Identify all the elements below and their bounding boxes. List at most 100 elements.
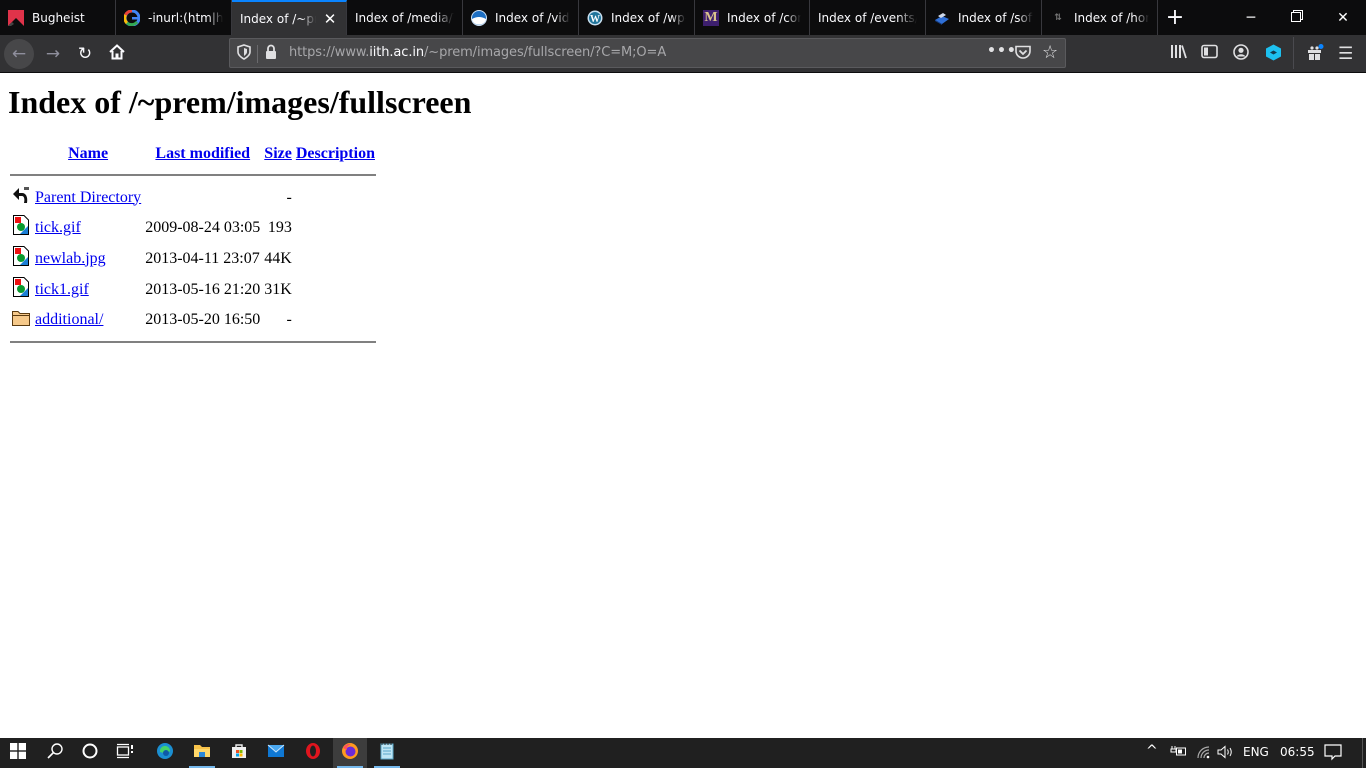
- whats-new-gift-icon[interactable]: [1306, 44, 1324, 66]
- taskbar-mail[interactable]: [259, 738, 293, 768]
- hamburger-menu-icon[interactable]: ☰: [1338, 44, 1353, 64]
- minimize-button[interactable]: ─: [1228, 0, 1274, 35]
- restore-icon: [1291, 9, 1303, 26]
- table-row: tick1.gif 2013-05-16 21:20 31K: [10, 275, 376, 304]
- search-button[interactable]: [38, 738, 72, 768]
- task-view-button[interactable]: [108, 738, 142, 768]
- battery-charging-icon[interactable]: [1170, 745, 1187, 760]
- close-tab-icon[interactable]: ✕: [322, 10, 338, 28]
- tracking-protection-shield-icon[interactable]: [237, 44, 251, 64]
- file-link[interactable]: tick.gif: [35, 219, 81, 236]
- home-icon: [109, 43, 125, 65]
- action-center-icon[interactable]: [1324, 744, 1342, 764]
- wifi-icon[interactable]: [1196, 745, 1212, 762]
- size-cell: 44K: [264, 249, 292, 267]
- image-file-icon: [11, 215, 31, 240]
- taskbar-firefox[interactable]: [333, 738, 367, 768]
- minimize-icon: ─: [1246, 9, 1256, 26]
- parent-directory-link[interactable]: Parent Directory: [35, 189, 141, 206]
- address-bar-divider: [257, 45, 258, 63]
- description-cell: [295, 275, 376, 304]
- arrow-left-icon: ←: [11, 44, 27, 64]
- tab-label: Index of /com: [727, 10, 801, 25]
- new-tab-button[interactable]: +: [1158, 0, 1192, 35]
- size-cell: 193: [267, 218, 292, 236]
- tab-label: Bugheist: [32, 10, 85, 25]
- tab-index-com[interactable]: M Index of /com: [695, 0, 810, 35]
- tab-index-media[interactable]: Index of /media/T: [347, 0, 463, 35]
- file-link[interactable]: newlab.jpg: [35, 250, 106, 267]
- show-hidden-icons-chevron-icon[interactable]: ^: [1146, 743, 1158, 759]
- task-view-icon: [116, 743, 134, 763]
- tab-label: Index of /events/W: [818, 10, 917, 25]
- size-cell: -: [286, 310, 292, 328]
- tab-index-home[interactable]: ⇅ Index of /hom: [1042, 0, 1158, 35]
- header-divider: [10, 174, 376, 176]
- input-language-indicator[interactable]: ENG: [1243, 745, 1269, 759]
- sidebar-icon[interactable]: [1201, 44, 1218, 64]
- cortana-circle-icon: [82, 743, 98, 763]
- sort-by-size-link[interactable]: Size: [264, 145, 292, 162]
- parent-directory-icon: [11, 187, 31, 209]
- search-icon: [47, 743, 63, 763]
- bookmark-star-icon[interactable]: ☆: [1042, 42, 1058, 63]
- taskbar-edge[interactable]: [148, 738, 182, 768]
- url-text[interactable]: https://www.iith.ac.in/~prem/images/full…: [289, 45, 666, 60]
- back-button[interactable]: ←: [4, 39, 34, 69]
- tab-label: Index of /wp-c: [611, 10, 686, 25]
- forward-button[interactable]: →: [38, 39, 68, 69]
- windows-logo-icon: [10, 743, 26, 763]
- tab-index-video[interactable]: Index of /video: [463, 0, 579, 35]
- last-modified-cell: 2013-04-11 23:07: [145, 249, 260, 267]
- opera-icon: [305, 742, 321, 764]
- tab-label: Index of /media/T: [355, 10, 454, 25]
- pocket-icon[interactable]: [1015, 45, 1031, 64]
- reload-button[interactable]: ↻: [70, 39, 100, 69]
- tab-index-events[interactable]: Index of /events/W: [810, 0, 926, 35]
- image-file-icon: [11, 246, 31, 271]
- sort-by-last-modified-link[interactable]: Last modified: [155, 145, 250, 162]
- mail-icon: [267, 744, 285, 762]
- lock-icon[interactable]: [265, 44, 277, 64]
- cortana-button[interactable]: [73, 738, 107, 768]
- google-icon: [124, 9, 140, 26]
- extension-icon[interactable]: [1265, 44, 1282, 66]
- tab-active-index-prem[interactable]: Index of /~prem ✕: [232, 0, 347, 35]
- file-link[interactable]: tick1.gif: [35, 281, 89, 298]
- url-path: /~prem/images/fullscreen/?C=M;O=A: [424, 45, 667, 60]
- tab-label: -inurl:(htm|html: [148, 10, 223, 25]
- address-bar[interactable]: https://www.iith.ac.in/~prem/images/full…: [229, 38, 1066, 68]
- taskbar-notepad[interactable]: [370, 738, 404, 768]
- size-cell: 31K: [264, 280, 292, 298]
- tab-label: Index of /~prem: [240, 11, 316, 26]
- clock[interactable]: 06:55: [1280, 745, 1315, 759]
- toolbar-divider: [1293, 37, 1294, 69]
- page-actions-menu-icon[interactable]: •••: [987, 43, 1017, 59]
- library-icon[interactable]: [1170, 44, 1187, 64]
- tab-index-wp[interactable]: W Index of /wp-c: [579, 0, 695, 35]
- sort-by-description-link[interactable]: Description: [296, 145, 375, 162]
- arrow-right-icon: →: [45, 44, 61, 64]
- notepad-icon: [379, 742, 395, 764]
- tab-bugheist[interactable]: Bugheist: [0, 0, 116, 35]
- generic-page-icon: ⇅: [1054, 12, 1062, 23]
- account-icon[interactable]: [1233, 44, 1249, 65]
- start-button[interactable]: [1, 738, 35, 768]
- taskbar-microsoft-store[interactable]: [222, 738, 256, 768]
- footer-divider: [10, 341, 376, 343]
- tab-index-soft[interactable]: Index of /soft: [926, 0, 1042, 35]
- restore-button[interactable]: [1274, 0, 1320, 35]
- tab-label: Index of /soft: [958, 10, 1033, 25]
- taskbar-opera[interactable]: [296, 738, 330, 768]
- taskbar-file-explorer[interactable]: [185, 738, 219, 768]
- directory-listing-table: Name Last modified Size Description Pare…: [8, 142, 378, 345]
- close-icon: ✕: [1337, 9, 1349, 26]
- sort-by-name-link[interactable]: Name: [68, 145, 108, 162]
- close-window-button[interactable]: ✕: [1320, 0, 1366, 35]
- show-desktop-button[interactable]: [1362, 738, 1363, 768]
- tab-google-search[interactable]: -inurl:(htm|html: [116, 0, 232, 35]
- volume-icon[interactable]: [1217, 745, 1235, 762]
- folder-icon: [11, 311, 31, 331]
- folder-link[interactable]: additional/: [35, 311, 103, 328]
- home-button[interactable]: [102, 39, 132, 69]
